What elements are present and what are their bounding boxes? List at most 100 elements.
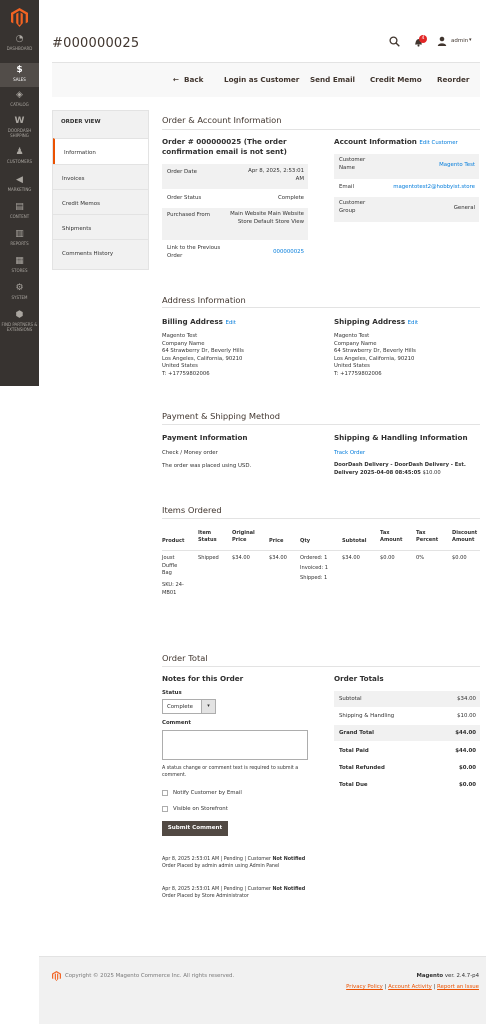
table-row: Joust Duffle Bag SKU: 24-MB01 Shipped $3… bbox=[162, 555, 480, 605]
page-footer bbox=[39, 956, 486, 1024]
order-total-section-title: Order Total bbox=[162, 653, 208, 663]
customer-name-link[interactable]: Magento Test bbox=[439, 162, 475, 170]
user-icon[interactable] bbox=[437, 36, 447, 46]
totals-row-shipping: Shipping & Handling $10.00 bbox=[334, 708, 480, 724]
shipping-title-text: Shipping Address bbox=[334, 317, 406, 326]
sidebar-item-dashboard[interactable]: ◔ DASHBOARD bbox=[0, 35, 39, 59]
tab-information[interactable]: Information bbox=[53, 138, 148, 164]
sidebar-item-catalog[interactable]: ◈ CATALOG bbox=[0, 91, 39, 113]
user-menu-name[interactable]: admin bbox=[451, 38, 468, 44]
sidebar-item-content[interactable]: ▤ CONTENT bbox=[0, 203, 39, 225]
reorder-button[interactable]: Reorder bbox=[437, 75, 469, 84]
totals-value: $44.00 bbox=[455, 748, 476, 754]
tab-credit-memos[interactable]: Credit Memos bbox=[53, 189, 148, 213]
edit-billing-address-link[interactable]: Edit bbox=[225, 320, 235, 326]
totals-value: $0.00 bbox=[458, 782, 476, 788]
sidebar-item-customers[interactable]: ♟ CUSTOMERS bbox=[0, 148, 39, 170]
track-order-link[interactable]: Track Order bbox=[334, 450, 365, 456]
column-header: Product bbox=[162, 538, 185, 544]
magento-logo-icon[interactable] bbox=[11, 8, 28, 27]
address-line: Company Name bbox=[334, 340, 377, 347]
sidebar-item-reports[interactable]: ▥ REPORTS bbox=[0, 230, 39, 252]
search-icon[interactable] bbox=[389, 36, 400, 47]
customer-email-link[interactable]: magentotest2@hobbyist.store bbox=[393, 184, 475, 192]
sidebar-item-label: CONTENT bbox=[9, 214, 30, 219]
product-name: Joust Duffle Bag bbox=[162, 555, 178, 576]
address-line: Los Angeles, California, 90210 bbox=[334, 355, 415, 362]
tab-invoices[interactable]: Invoices bbox=[53, 164, 148, 188]
sidebar-item-sales[interactable]: $ SALES bbox=[0, 63, 39, 87]
sidebar-item-label: SYSTEM bbox=[11, 295, 28, 300]
chevron-down-icon[interactable]: ▾ bbox=[469, 37, 472, 43]
address-line: Magento Test bbox=[162, 333, 198, 339]
shipping-method-description: DoorDash Delivery - DoorDash Delivery - … bbox=[334, 461, 480, 477]
row-label: Order Status bbox=[167, 195, 202, 201]
edit-customer-link[interactable]: Edit Customer bbox=[419, 140, 457, 146]
address-line: 64 Strawberry Dr, Beverly Hills bbox=[162, 348, 244, 354]
page-actions-toolbar: ← Back Login as Customer Send Email Cred… bbox=[52, 62, 480, 97]
items-ordered-section-title: Items Ordered bbox=[162, 505, 222, 515]
address-line: 64 Strawberry Dr, Beverly Hills bbox=[334, 348, 416, 354]
status-label: Status bbox=[162, 690, 182, 696]
order-date-row: Order Date Apr 8, 2025, 2:53:01 AM bbox=[162, 164, 308, 189]
billing-title-text: Billing Address bbox=[162, 317, 223, 326]
arrow-left-icon: ← bbox=[173, 75, 180, 84]
notification-count-badge: 4 bbox=[419, 35, 427, 43]
send-email-button[interactable]: Send Email bbox=[310, 75, 355, 84]
tab-comments-history[interactable]: Comments History bbox=[53, 239, 148, 263]
person-icon: ♟ bbox=[15, 147, 24, 157]
report-issue-link[interactable]: Report an Issue bbox=[437, 984, 479, 990]
login-as-customer-button[interactable]: Login as Customer bbox=[224, 75, 299, 84]
account-title-text: Account Information bbox=[334, 137, 417, 146]
sidebar-item-doordash-shipping[interactable]: W DOORDASH SHIPPING bbox=[0, 117, 39, 145]
sidebar-item-marketing[interactable]: ◀ MARKETING bbox=[0, 176, 39, 198]
content-icon: ▤ bbox=[15, 202, 24, 212]
history-notified: Not Notified bbox=[272, 857, 306, 862]
item-status: Shipped bbox=[198, 555, 219, 561]
account-activity-link[interactable]: Account Activity bbox=[388, 984, 432, 990]
status-select[interactable]: Complete ▾ bbox=[162, 699, 216, 714]
previous-order-link[interactable]: 000000025 bbox=[273, 249, 304, 257]
totals-row-subtotal: Subtotal $34.00 bbox=[334, 691, 480, 707]
version-text: Magento ver. 2.4.7-p4 bbox=[416, 973, 479, 979]
brand-name: Magento bbox=[416, 973, 444, 979]
dollar-icon: $ bbox=[16, 65, 23, 75]
order-number-heading: Order # 000000025 (The order confirmatio… bbox=[162, 137, 287, 157]
currency-note: The order was placed using USD. bbox=[162, 463, 252, 469]
tax-percent: 0% bbox=[416, 555, 425, 561]
item-price: $34.00 bbox=[269, 555, 287, 561]
address-line: T: +17759802006 bbox=[162, 370, 210, 377]
sidebar-item-label: REPORTS bbox=[10, 241, 29, 246]
column-header: Original Price bbox=[232, 530, 255, 543]
original-price: $34.00 bbox=[232, 555, 250, 561]
comment-textarea[interactable] bbox=[162, 730, 308, 760]
visible-on-storefront-label: Visible on Storefront bbox=[173, 806, 228, 812]
totals-value: $0.00 bbox=[458, 765, 476, 771]
submit-comment-button[interactable]: Submit Comment bbox=[162, 821, 228, 836]
customer-group-value: General bbox=[453, 205, 475, 211]
admin-sidebar: ◔ DASHBOARD $ SALES ◈ CATALOG W DOORDASH… bbox=[0, 0, 39, 386]
sidebar-item-label: SALES bbox=[13, 77, 26, 82]
tab-shipments[interactable]: Shipments bbox=[53, 214, 148, 238]
edit-shipping-address-link[interactable]: Edit bbox=[408, 320, 418, 326]
dashboard-icon: ◔ bbox=[15, 34, 24, 44]
shipping-address-title: Shipping Address Edit bbox=[334, 317, 418, 326]
column-header: Subtotal bbox=[342, 538, 367, 544]
cube-icon: ◈ bbox=[16, 90, 23, 100]
sidebar-item-stores[interactable]: ▦ STORES bbox=[0, 257, 39, 279]
sidebar-item-system[interactable]: ⚙ SYSTEM bbox=[0, 284, 39, 306]
privacy-policy-link[interactable]: Privacy Policy bbox=[346, 984, 383, 990]
totals-label: Total Paid bbox=[339, 748, 369, 754]
billing-address-title: Billing Address Edit bbox=[162, 317, 236, 326]
history-meta: Apr 8, 2025 2:53:01 AM | Pending | Custo… bbox=[162, 857, 273, 862]
store-icon: ▦ bbox=[15, 256, 24, 266]
sidebar-item-find-partners[interactable]: ⬢ FIND PARTNERS & EXTENSIONS bbox=[0, 311, 39, 339]
credit-memo-button[interactable]: Credit Memo bbox=[370, 75, 422, 84]
tax-amount: $0.00 bbox=[380, 555, 395, 561]
section-divider bbox=[162, 666, 480, 667]
back-button[interactable]: ← Back bbox=[173, 75, 203, 84]
history-notified: Not Notified bbox=[272, 887, 306, 892]
visible-on-storefront-checkbox[interactable] bbox=[162, 806, 168, 812]
section-divider bbox=[162, 518, 480, 519]
notify-customer-checkbox[interactable] bbox=[162, 790, 168, 796]
